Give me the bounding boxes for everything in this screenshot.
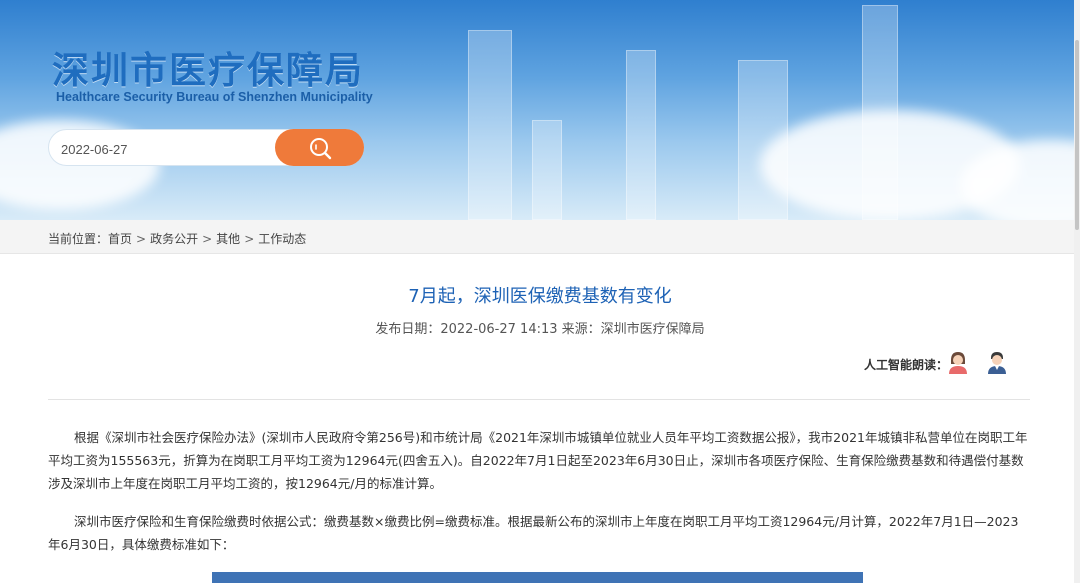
breadcrumb-work-news[interactable]: 工作动态	[258, 232, 306, 246]
male-voice-avatar-icon[interactable]	[986, 350, 1008, 374]
org-logo-subtitle: Healthcare Security Bureau of Shenzhen M…	[56, 90, 373, 104]
search-icon	[309, 137, 331, 159]
breadcrumb-bar: 当前位置：首页 > 政务公开 > 其他 > 工作动态	[0, 220, 1080, 254]
search-button[interactable]	[275, 129, 364, 166]
article-meta: 发布日期：2022-06-27 14:13 来源：深圳市医疗保障局	[375, 322, 705, 337]
scrollbar[interactable]	[1074, 0, 1080, 583]
org-logo-title[interactable]: 深圳市医疗保障局	[52, 40, 364, 94]
breadcrumb-separator: >	[202, 232, 213, 246]
skyline-building	[626, 50, 656, 220]
skyline-building	[738, 60, 788, 220]
breadcrumb-home[interactable]: 首页	[108, 232, 132, 246]
fee-table-header	[212, 572, 863, 583]
content-divider	[48, 399, 1030, 400]
ai-read-label: 人工智能朗读：	[864, 358, 949, 372]
breadcrumb-government-affairs[interactable]: 政务公开	[150, 232, 198, 246]
breadcrumb-other[interactable]: 其他	[216, 232, 240, 246]
search-input[interactable]	[61, 139, 271, 159]
search-bar	[48, 129, 364, 166]
breadcrumb-separator: >	[136, 232, 147, 246]
skyline-building	[468, 30, 512, 220]
breadcrumb: 当前位置：首页 > 政务公开 > 其他 > 工作动态	[48, 230, 306, 247]
skyline-building	[862, 5, 898, 220]
article-title: 7月起，深圳医保缴费基数有变化	[408, 286, 672, 307]
header-banner: 深圳市医疗保障局 Healthcare Security Bureau of S…	[0, 0, 1080, 220]
breadcrumb-separator: >	[244, 232, 255, 246]
breadcrumb-prefix: 当前位置：	[48, 232, 109, 246]
scrollbar-thumb[interactable]	[1075, 40, 1079, 230]
article-paragraph: 根据《深圳市社会医疗保险办法》(深圳市人民政府令第256号)和市统计局《2021…	[48, 430, 1028, 491]
article-paragraph: 深圳市医疗保险和生育保险缴费时依据公式：缴费基数×缴费比例=缴费标准。根据最新公…	[48, 514, 1019, 552]
female-voice-avatar-icon[interactable]	[947, 350, 969, 374]
skyline-building	[532, 120, 562, 220]
